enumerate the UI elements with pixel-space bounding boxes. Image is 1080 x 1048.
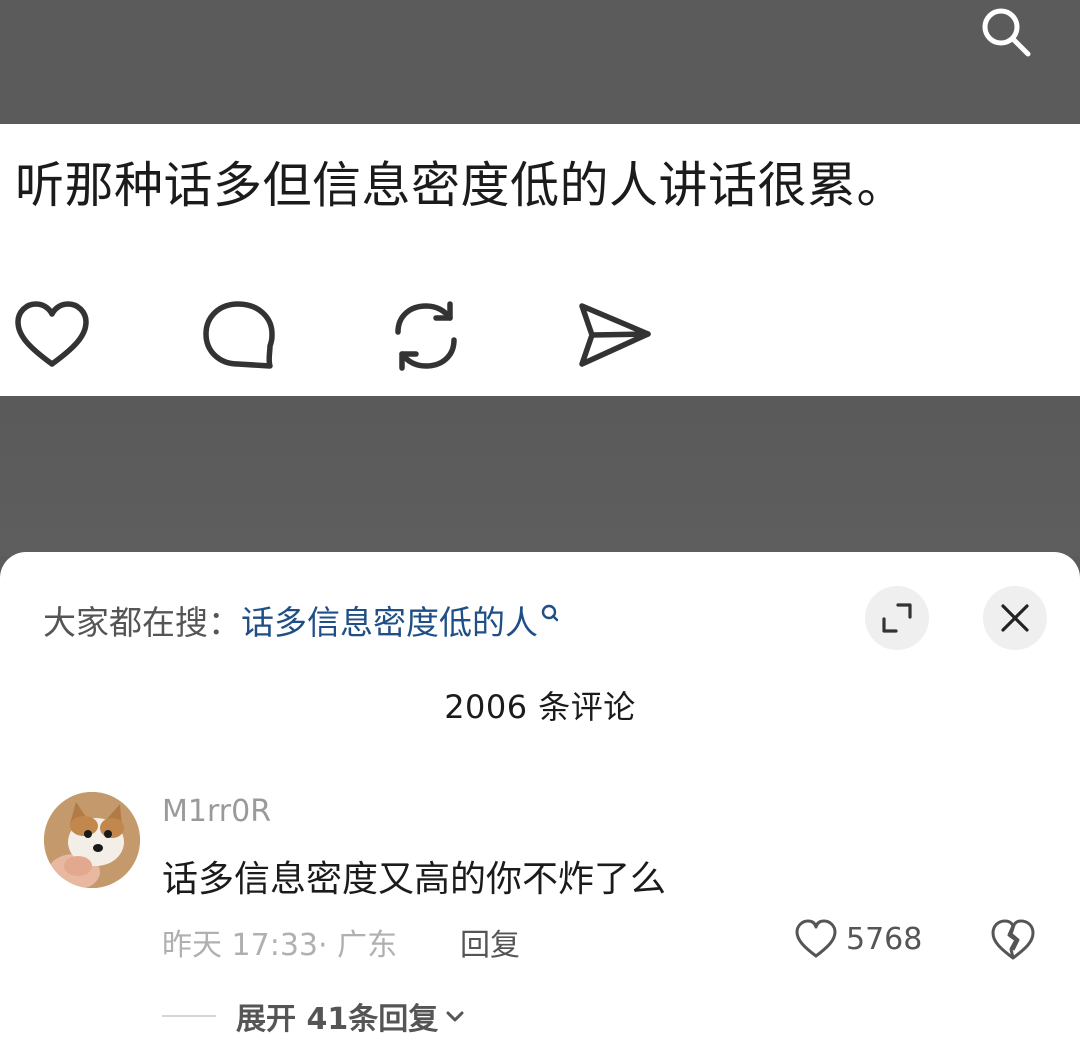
broken-heart-icon	[991, 919, 1035, 960]
reply-button[interactable]: 回复	[460, 920, 520, 964]
search-icon	[982, 8, 1031, 57]
close-sheet-button[interactable]	[983, 586, 1047, 650]
search-small-icon	[541, 604, 559, 622]
share-button[interactable]	[572, 294, 656, 378]
comment-button[interactable]	[198, 294, 282, 378]
close-icon	[1001, 604, 1029, 632]
expand-sheet-button[interactable]	[865, 586, 929, 650]
like-button[interactable]	[10, 294, 94, 378]
dislike-button[interactable]	[990, 918, 1036, 962]
comment-time-location: 昨天 17:33· 广东	[162, 928, 398, 963]
comment-text: 话多信息密度又高的你不炸了么	[162, 859, 667, 900]
comment-bubble-icon	[203, 301, 275, 369]
expand-replies-label: 展开 41条回复	[236, 1002, 439, 1037]
post-text: 听那种话多但信息密度低的人讲话很累。	[15, 157, 907, 214]
search-button[interactable]	[972, 0, 1040, 64]
comment-username[interactable]: M1rr0R	[162, 794, 271, 829]
avatar[interactable]	[44, 792, 140, 888]
comments-sheet: 大家都在搜： 话多信息密度低的人 2006 条评论 M1rr0R 话多信息密度又…	[0, 552, 1080, 1048]
comment-like-button[interactable]: 5768	[794, 918, 922, 960]
expand-replies-button[interactable]: 展开 41条回复	[162, 994, 466, 1038]
divider-line	[162, 1015, 216, 1017]
trending-search[interactable]: 大家都在搜： 话多信息密度低的人	[43, 598, 560, 642]
top-bar	[0, 0, 1080, 124]
repost-icon	[395, 301, 457, 371]
comment-item: M1rr0R 话多信息密度又高的你不炸了么 昨天 17:33· 广东 回复 57…	[0, 788, 1080, 1048]
trending-query-link[interactable]: 话多信息密度低的人	[241, 596, 538, 644]
send-icon	[579, 303, 651, 367]
dog-avatar-image	[44, 792, 140, 888]
expand-icon	[882, 603, 912, 633]
chevron-down-icon	[446, 1011, 464, 1022]
heart-outline-icon	[795, 919, 837, 958]
comment-count-title: 2006 条评论	[444, 688, 636, 726]
post-actions	[0, 294, 700, 374]
heart-icon	[15, 301, 89, 367]
overlay-backdrop[interactable]	[0, 396, 1080, 556]
trending-label: 大家都在搜：	[43, 603, 241, 642]
post-card: 听那种话多但信息密度低的人讲话很累。	[0, 124, 1080, 396]
repost-button[interactable]	[384, 294, 468, 378]
like-count: 5768	[846, 921, 923, 957]
